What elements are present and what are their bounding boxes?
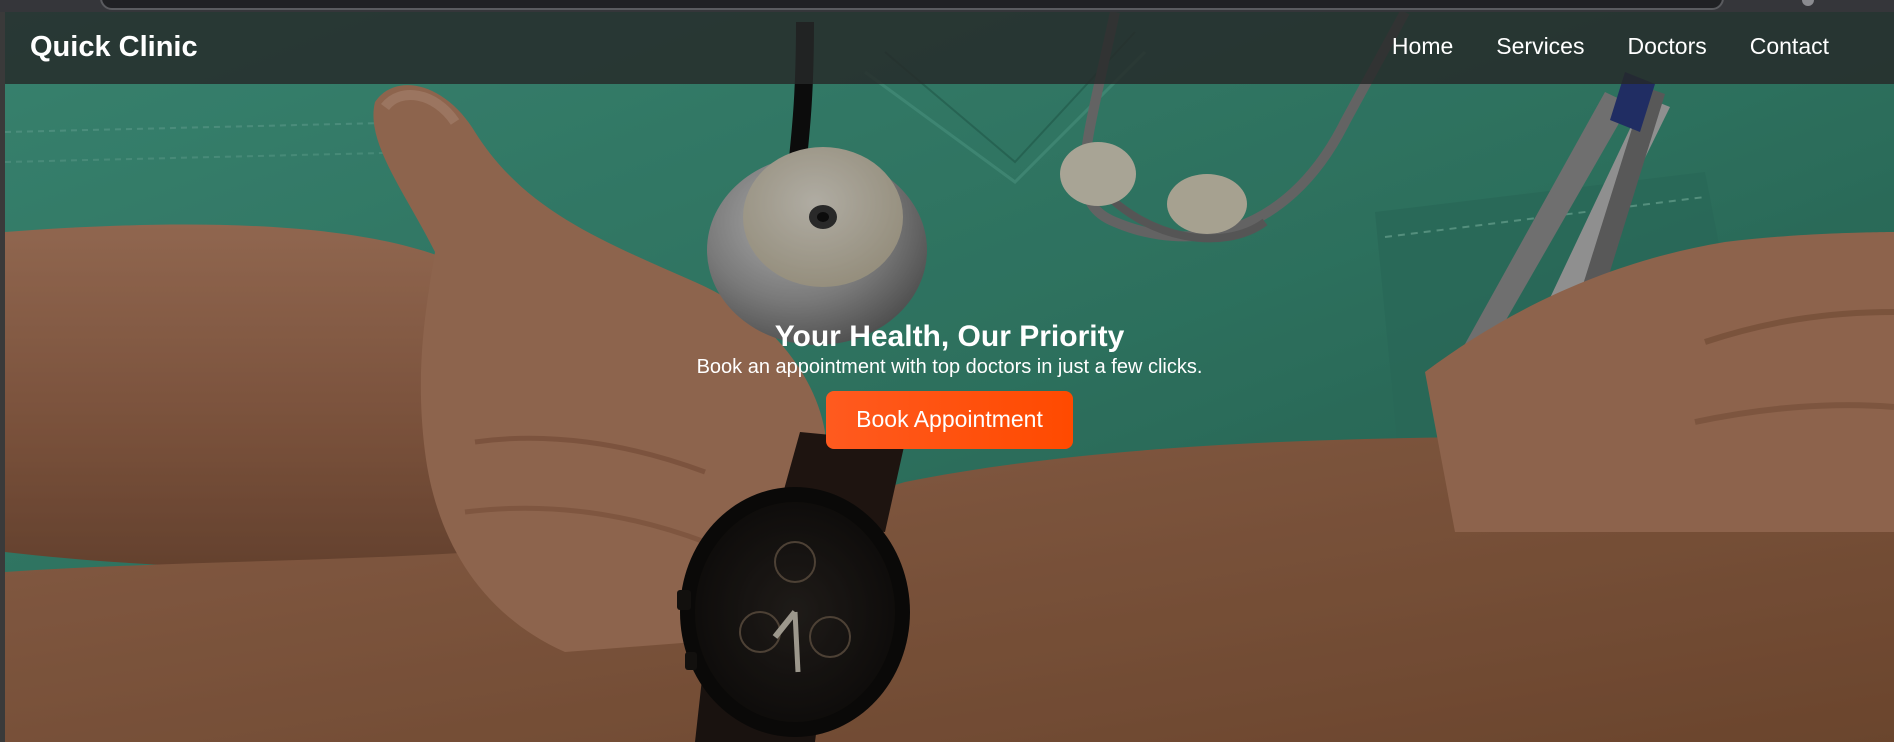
- browser-address-bar[interactable]: [100, 0, 1724, 10]
- hero-subtitle: Book an appointment with top doctors in …: [696, 356, 1203, 378]
- nav-link-contact[interactable]: Contact: [1750, 33, 1829, 61]
- nav-link-home[interactable]: Home: [1392, 33, 1453, 61]
- nav-link-doctors[interactable]: Doctors: [1627, 33, 1706, 61]
- hero-title: Your Health, Our Priority: [774, 320, 1125, 353]
- hero-section: Quick Clinic Home Services Doctors Conta…: [5, 12, 1894, 742]
- book-appointment-button[interactable]: Book Appointment: [826, 391, 1073, 449]
- top-navbar: Quick Clinic Home Services Doctors Conta…: [5, 12, 1894, 84]
- brand-logo[interactable]: Quick Clinic: [30, 30, 198, 65]
- hero-content: Your Health, Our Priority Book an appoin…: [5, 319, 1894, 449]
- main-nav: Home Services Doctors Contact: [1392, 33, 1829, 61]
- nav-link-services[interactable]: Services: [1496, 33, 1584, 61]
- browser-indicator-icon: [1802, 0, 1814, 6]
- browser-top-bar: [0, 0, 1894, 12]
